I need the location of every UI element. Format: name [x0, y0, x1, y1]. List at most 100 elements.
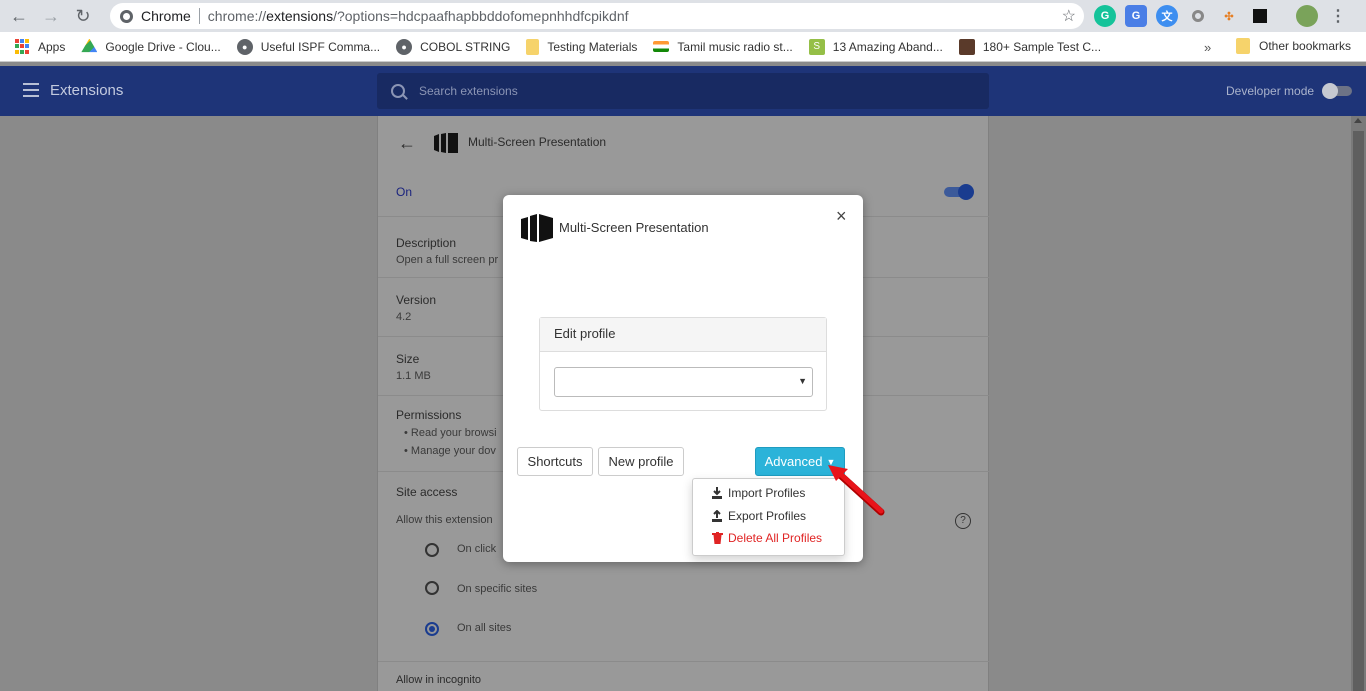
on-label: On	[396, 185, 413, 199]
radio-label: On all sites	[457, 622, 512, 634]
export-profiles-item[interactable]: Export Profiles	[711, 509, 806, 523]
forward-arrow-icon[interactable]: →	[38, 3, 64, 29]
extension-name: Multi-Screen Presentation	[468, 135, 607, 149]
globe-icon: ●	[396, 38, 413, 55]
pinwheel-icon[interactable]: ✣	[1218, 5, 1240, 27]
version-value: 4.2	[396, 311, 412, 323]
extension-enable-toggle[interactable]	[944, 184, 974, 200]
bookmark-label: Apps	[38, 39, 66, 54]
incognito-label: Allow in incognito	[396, 674, 481, 686]
bookmark-tamil[interactable]: Tamil music radio st...	[653, 40, 793, 54]
help-icon[interactable]: ?	[955, 513, 971, 529]
multi-screen-icon[interactable]	[1249, 5, 1271, 27]
import-profiles-item[interactable]: Import Profiles	[711, 486, 805, 500]
shortcuts-button[interactable]: Shortcuts	[517, 447, 593, 476]
new-profile-button[interactable]: New profile	[598, 447, 684, 476]
multi-screen-logo-icon	[434, 133, 458, 153]
version-label: Version	[396, 293, 437, 307]
radio-label: On specific sites	[457, 583, 538, 595]
bookmark-sample-test[interactable]: 180+ Sample Test C...	[958, 38, 1102, 55]
bookmark-cobol[interactable]: ● COBOL STRING	[396, 38, 511, 55]
bookmark-amazing[interactable]: S 13 Amazing Aband...	[808, 38, 943, 55]
profile-select[interactable]: ▼	[554, 367, 813, 397]
scroll-up-arrow-icon[interactable]	[1354, 118, 1362, 123]
panel-heading: Edit profile	[540, 318, 826, 352]
bookmark-label: Google Drive - Clou...	[105, 39, 221, 54]
grammarly-icon[interactable]: G	[1094, 5, 1116, 27]
extensions-header: Extensions Search extensions Developer m…	[0, 66, 1366, 116]
radio-on-click[interactable]	[425, 543, 439, 557]
radio-on-all-sites[interactable]	[425, 622, 439, 636]
other-bookmarks-label: Other bookmarks	[1259, 39, 1352, 53]
multi-screen-logo-icon	[521, 214, 553, 242]
advanced-dropdown-menu: Import Profiles Export Profiles Delete A…	[692, 478, 845, 556]
bookmarks-bar: Apps Google Drive - Clou... ● Useful ISP…	[0, 32, 1366, 62]
bookmark-apps[interactable]: Apps	[14, 38, 66, 55]
permission-item: • Read your browsi	[404, 427, 497, 439]
edit-profile-panel: Edit profile ▼	[539, 317, 827, 411]
close-icon[interactable]: ×	[836, 207, 847, 225]
permissions-label: Permissions	[396, 408, 462, 422]
record-icon[interactable]	[1187, 5, 1209, 27]
description-text: Open a full screen pr	[396, 254, 499, 266]
divider	[378, 661, 990, 662]
url-text[interactable]: chrome://extensions/?options=hdcpaafhapb…	[208, 8, 629, 24]
folder-icon	[1236, 38, 1250, 54]
search-placeholder: Search extensions	[419, 84, 518, 98]
site-info-icon[interactable]	[120, 9, 133, 23]
bookmark-label: Useful ISPF Comma...	[260, 39, 381, 54]
other-bookmarks[interactable]: Other bookmarks	[1236, 38, 1351, 54]
bookmark-google-drive[interactable]: Google Drive - Clou...	[81, 38, 221, 55]
apps-grid-icon	[14, 38, 30, 55]
radio-on-specific-sites[interactable]	[425, 581, 439, 595]
trash-icon	[711, 532, 723, 544]
translate-icon[interactable]: 文	[1156, 5, 1178, 27]
back-arrow-icon[interactable]: ←	[398, 133, 416, 154]
import-icon	[711, 487, 723, 499]
delete-all-profiles-label: Delete All Profiles	[728, 531, 823, 545]
export-profiles-label: Export Profiles	[728, 509, 807, 523]
developer-mode-toggle[interactable]	[1322, 83, 1352, 99]
india-flag-icon	[653, 41, 670, 52]
search-extensions-input[interactable]: Search extensions	[377, 73, 989, 109]
extension-icons: G G 文 ✣ ⋮	[1094, 5, 1349, 27]
allow-extension-label: Allow this extension	[396, 514, 493, 526]
search-icon	[391, 84, 405, 98]
profile-avatar[interactable]	[1296, 5, 1318, 27]
page-title: Extensions	[50, 82, 124, 99]
developer-mode-label: Developer mode	[1226, 84, 1315, 98]
google-translate-icon[interactable]: G	[1125, 5, 1147, 27]
shopify-icon: S	[808, 38, 825, 55]
description-label: Description	[396, 236, 457, 250]
omnibox-separator	[198, 8, 200, 24]
box-icon	[958, 38, 975, 55]
size-label: Size	[396, 352, 420, 366]
bookmarks-overflow-icon[interactable]: »	[1204, 40, 1211, 55]
delete-all-profiles-item[interactable]: Delete All Profiles	[711, 531, 822, 545]
address-bar[interactable]: Chrome chrome://extensions/?options=hdcp…	[110, 3, 1084, 29]
bookmark-star-icon[interactable]: ☆	[1062, 6, 1076, 26]
drive-icon	[81, 38, 98, 53]
bookmark-label: 180+ Sample Test C...	[982, 39, 1102, 54]
advanced-button-label: Advanced	[764, 454, 823, 469]
hamburger-menu-icon[interactable]	[23, 83, 39, 97]
globe-icon: ●	[236, 38, 253, 55]
radio-label: On click	[457, 543, 497, 555]
omnibox-prefix: Chrome	[141, 8, 191, 24]
browser-toolbar: ← → ↻ Chrome chrome://extensions/?option…	[0, 0, 1366, 32]
permission-item: • Manage your dov	[404, 445, 496, 457]
export-icon	[711, 510, 723, 522]
red-arrow-annotation-icon	[828, 465, 885, 516]
options-modal: Multi-Screen Presentation × Edit profile…	[503, 195, 863, 562]
bookmark-label: COBOL STRING	[420, 39, 511, 54]
bookmark-testing[interactable]: Testing Materials	[526, 38, 637, 55]
back-arrow-icon[interactable]: ←	[6, 3, 32, 29]
size-value: 1.1 MB	[396, 370, 431, 382]
import-profiles-label: Import Profiles	[728, 486, 806, 500]
reload-icon[interactable]: ↻	[70, 3, 96, 29]
scrollbar-thumb[interactable]	[1353, 131, 1364, 691]
bookmark-ispf[interactable]: ● Useful ISPF Comma...	[236, 38, 381, 55]
modal-title: Multi-Screen Presentation	[559, 220, 709, 235]
menu-kebab-icon[interactable]: ⋮	[1327, 5, 1349, 27]
site-access-label: Site access	[396, 485, 458, 499]
